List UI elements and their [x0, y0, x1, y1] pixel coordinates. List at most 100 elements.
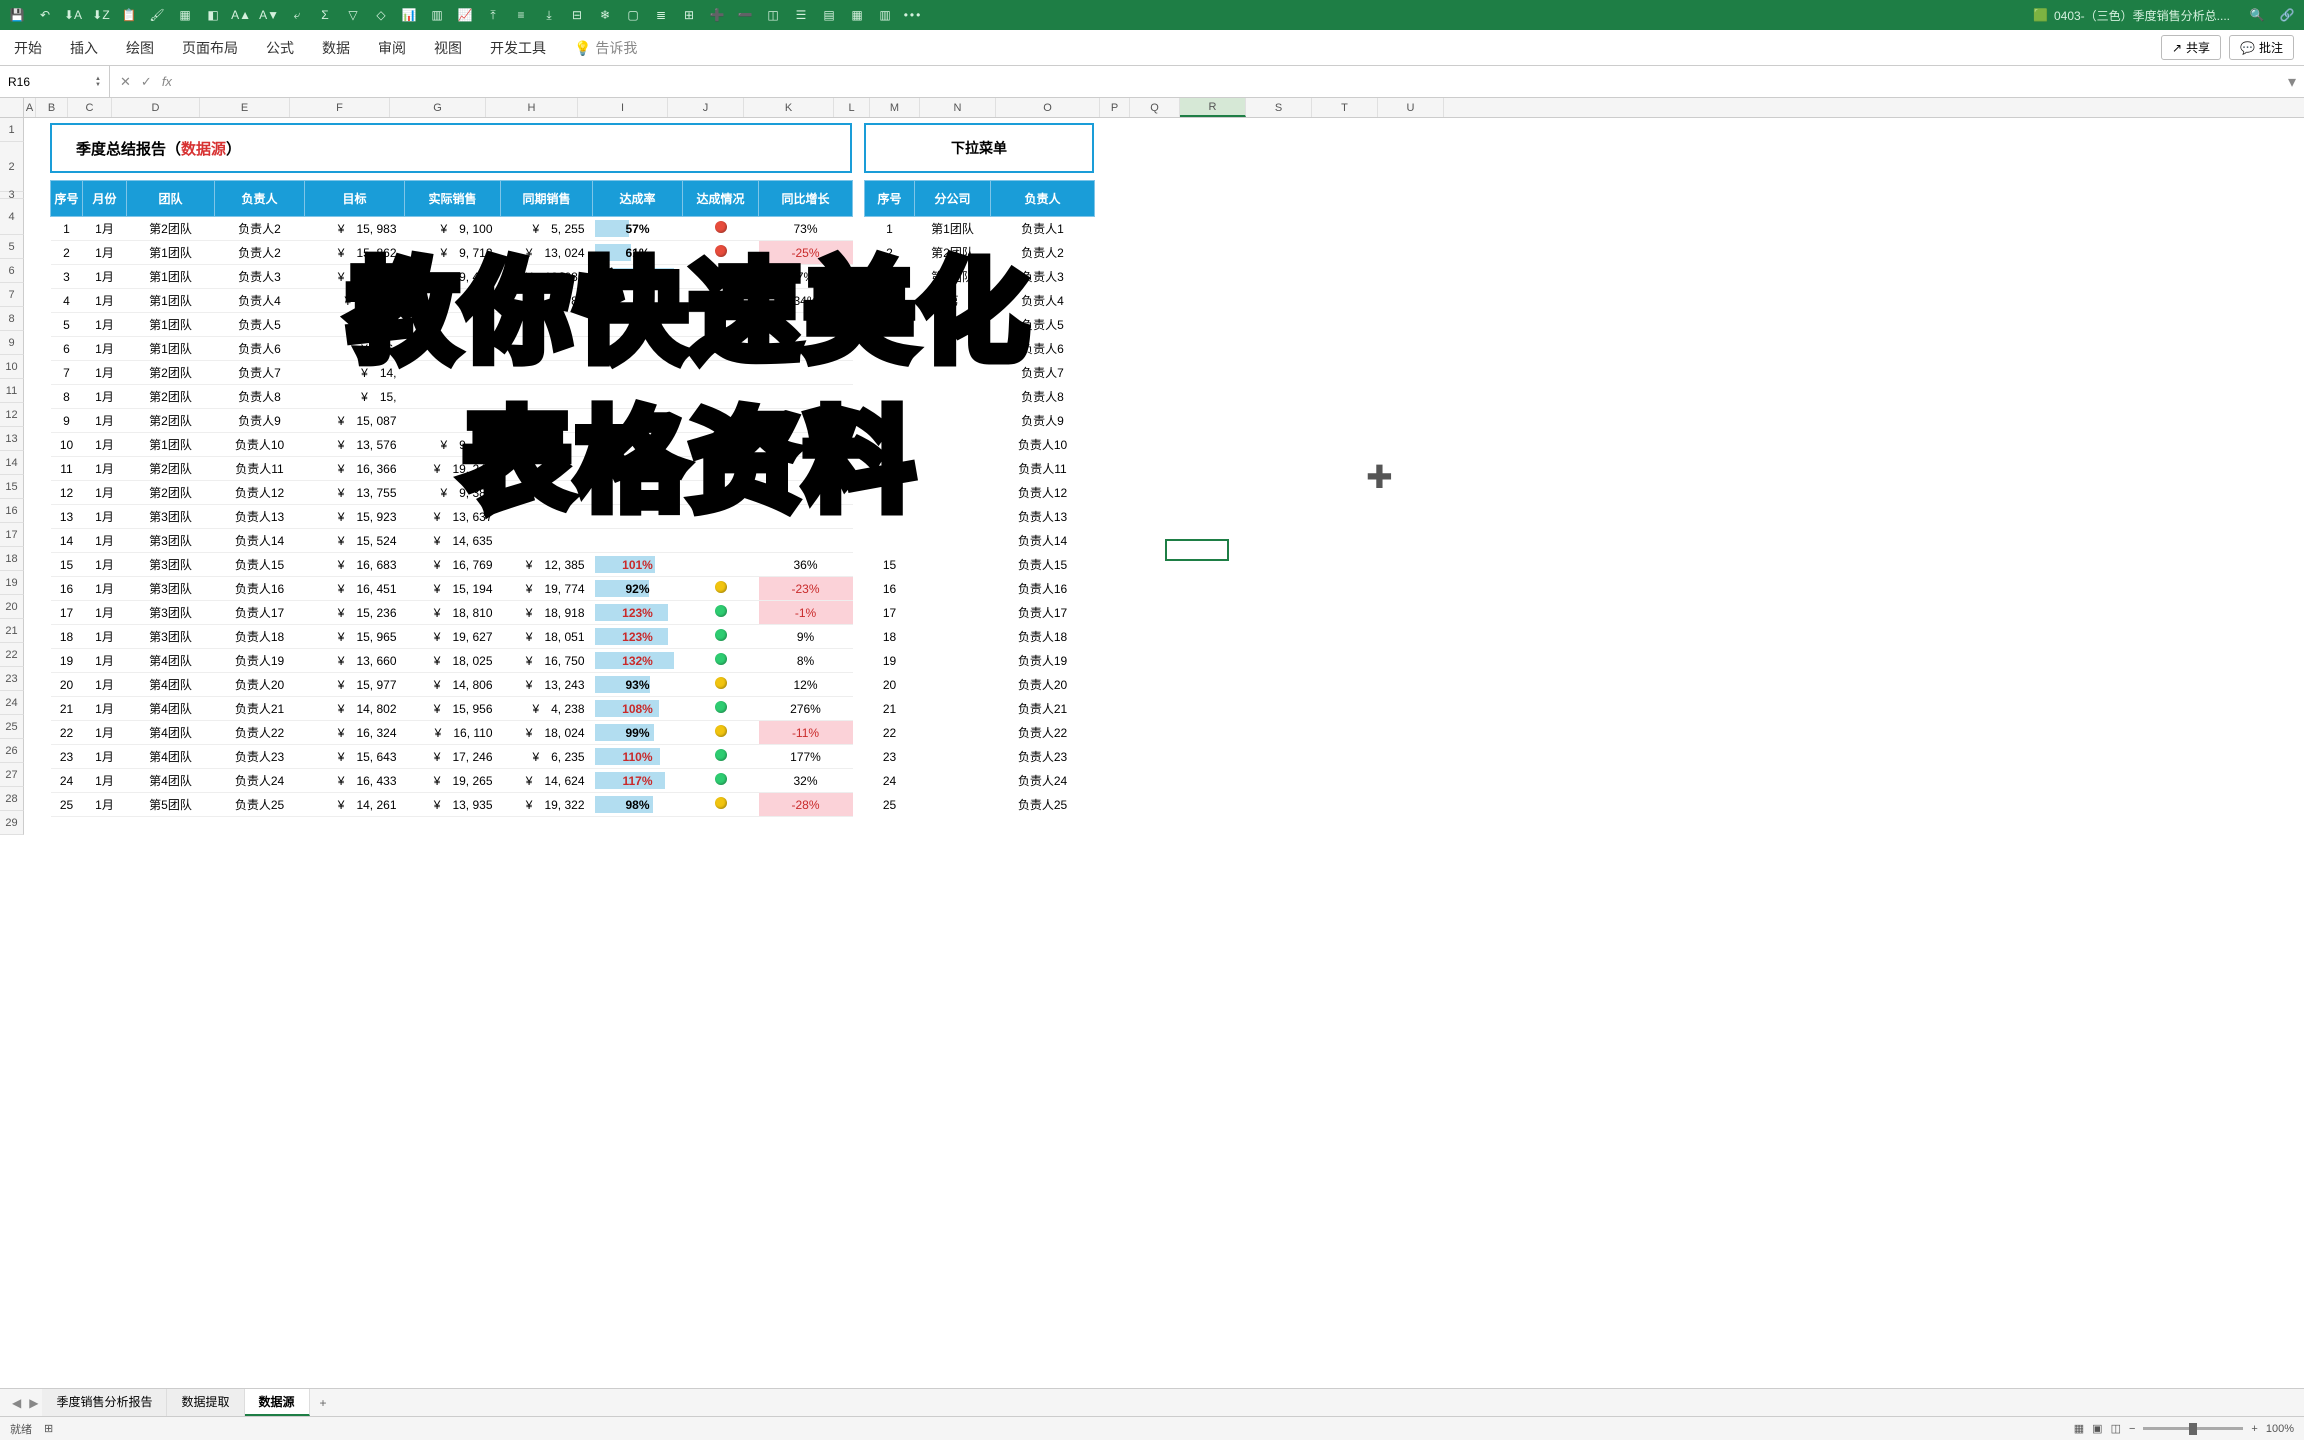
table-row[interactable]: 211月第4团队负责人21 ¥ 14, 802 ¥ 15, 956 ¥ 4, 2… [51, 697, 853, 721]
column-header[interactable]: Q [1130, 98, 1180, 117]
column-header[interactable]: T [1312, 98, 1378, 117]
table-row[interactable]: 201月第4团队负责人20 ¥ 15, 977 ¥ 14, 806 ¥ 13, … [51, 673, 853, 697]
row-header[interactable]: 10 [0, 355, 24, 379]
table-row[interactable]: 231月第4团队负责人23 ¥ 15, 643 ¥ 17, 246 ¥ 6, 2… [51, 745, 853, 769]
row-header[interactable]: 29 [0, 811, 24, 835]
name-box[interactable]: R16 ▲▼ [0, 66, 110, 97]
menu-tab[interactable]: 视图 [430, 30, 466, 66]
table-row[interactable]: 20负责人20 [865, 673, 1095, 697]
table-row[interactable]: 第负责人4 [865, 289, 1095, 313]
table-style-icon[interactable]: ▤ [820, 6, 838, 24]
comments-button[interactable]: 💬 批注 [2229, 35, 2294, 60]
sheet-tab[interactable]: 数据提取 [167, 1389, 244, 1416]
table-row[interactable]: 16负责人16 [865, 577, 1095, 601]
align-bottom-icon[interactable]: ⤓ [540, 6, 558, 24]
zoom-level[interactable]: 100% [2266, 1423, 2294, 1435]
table-row[interactable]: 17负责人17 [865, 601, 1095, 625]
chart-line-icon[interactable]: 📈 [456, 6, 474, 24]
menu-tab[interactable]: 开发工具 [486, 30, 550, 66]
column-header[interactable]: U [1378, 98, 1444, 117]
sheet-nav-next[interactable]: ▶ [25, 1396, 42, 1410]
autosum-icon[interactable]: Σ [316, 6, 334, 24]
data-icon[interactable]: ▥ [876, 6, 894, 24]
row-header[interactable]: 17 [0, 523, 24, 547]
column-header[interactable]: B [36, 98, 68, 117]
save-icon[interactable]: 💾 [8, 6, 26, 24]
table-row[interactable]: 9负责人9 [865, 409, 1095, 433]
view-normal-icon[interactable]: ▦ [2074, 1422, 2084, 1435]
table-row[interactable]: 61月第1团队负责人6 ¥ 16, [51, 337, 853, 361]
table-row[interactable]: 1第1团队负责人1 [865, 217, 1095, 241]
table-row[interactable]: 负责人13 [865, 505, 1095, 529]
sheet-nav-prev[interactable]: ◀ [8, 1396, 25, 1410]
borders-icon[interactable]: ▢ [624, 6, 642, 24]
row-header[interactable]: 16 [0, 499, 24, 523]
table-row[interactable]: 24负责人24 [865, 769, 1095, 793]
column-header[interactable]: N [920, 98, 996, 117]
menu-tab[interactable]: 审阅 [374, 30, 410, 66]
table-row[interactable]: 51月第1团队负责人5 [51, 313, 853, 337]
column-header[interactable]: F [290, 98, 390, 117]
column-header[interactable]: S [1246, 98, 1312, 117]
table-row[interactable]: 11月第2团队负责人2 ¥ 15, 983 ¥ 9, 100 ¥ 5, 255 … [51, 217, 853, 241]
align-left-icon[interactable]: ≣ [652, 6, 670, 24]
column-header[interactable]: I [578, 98, 668, 117]
column-header[interactable]: G [390, 98, 486, 117]
column-header[interactable]: C [68, 98, 112, 117]
table-row[interactable]: 171月第3团队负责人17 ¥ 15, 236 ¥ 18, 810 ¥ 18, … [51, 601, 853, 625]
table-row[interactable]: 3第3团队负责人3 [865, 265, 1095, 289]
table-row[interactable]: 15负责人15 [865, 553, 1095, 577]
row-header[interactable]: 15 [0, 475, 24, 499]
align-middle-icon[interactable]: ≡ [512, 6, 530, 24]
row-header[interactable]: 20 [0, 595, 24, 619]
table-row[interactable]: 2第2团队负责人2 [865, 241, 1095, 265]
freeze-icon[interactable]: ❄ [596, 6, 614, 24]
row-header[interactable]: 9 [0, 331, 24, 355]
expand-formula-icon[interactable]: ▾ [2280, 72, 2304, 92]
zoom-slider[interactable] [2143, 1427, 2243, 1430]
add-sheet-button[interactable]: + [310, 1396, 337, 1410]
table-row[interactable]: 221月第4团队负责人22 ¥ 16, 324 ¥ 16, 110 ¥ 18, … [51, 721, 853, 745]
row-header[interactable]: 3 [0, 192, 24, 199]
menu-tab[interactable]: 插入 [66, 30, 102, 66]
column-header[interactable]: K [744, 98, 834, 117]
align-top-icon[interactable]: ⤒ [484, 6, 502, 24]
row-header[interactable]: 1 [0, 118, 24, 142]
font-increase-icon[interactable]: A▲ [232, 6, 250, 24]
table-row[interactable]: 151月第3团队负责人15 ¥ 16, 683 ¥ 16, 769 ¥ 12, … [51, 553, 853, 577]
table-row[interactable]: 21负责人21 [865, 697, 1095, 721]
menu-tab[interactable]: 公式 [262, 30, 298, 66]
table-row[interactable]: 21月第1团队负责人2 ¥ 15, 862 ¥ 9, 712 ¥ 13, 024… [51, 241, 853, 265]
table-row[interactable]: 31月第1团队负责人3 ¥ 14, 676 ¥ 19, 435 ¥ 18, 08… [51, 265, 853, 289]
table-row[interactable]: 22负责人22 [865, 721, 1095, 745]
spreadsheet-grid[interactable]: ABCDEFGHIJKLMNOPQRSTU 123456789101112131… [0, 98, 2304, 118]
row-header[interactable]: 28 [0, 787, 24, 811]
column-header[interactable]: J [668, 98, 744, 117]
fx-icon[interactable]: fx [162, 74, 172, 89]
table-row[interactable]: 25负责人25 [865, 793, 1095, 817]
row-header[interactable]: 11 [0, 379, 24, 403]
table-row[interactable]: 91月第2团队负责人9 ¥ 15, 087 [51, 409, 853, 433]
table-row[interactable]: 161月第3团队负责人16 ¥ 16, 451 ¥ 15, 194 ¥ 19, … [51, 577, 853, 601]
table-row[interactable]: 负责人6 [865, 337, 1095, 361]
column-header[interactable]: R [1180, 98, 1246, 117]
table-row[interactable]: 241月第4团队负责人24 ¥ 16, 433 ¥ 19, 265 ¥ 14, … [51, 769, 853, 793]
row-header[interactable]: 22 [0, 643, 24, 667]
table-row[interactable]: 41月第1团队负责人4 ¥ 14, 87 ¥ 86 34% [51, 289, 853, 313]
clipboard-icon[interactable]: 📋 [120, 6, 138, 24]
tell-me[interactable]: 💡 告诉我 [570, 30, 641, 66]
table-row[interactable]: 负责人10 [865, 433, 1095, 457]
delete-icon[interactable]: ➖ [736, 6, 754, 24]
table-row[interactable]: 23负责人23 [865, 745, 1095, 769]
column-header[interactable]: O [996, 98, 1100, 117]
more-icon[interactable]: ••• [904, 6, 922, 24]
zoom-out-button[interactable]: − [2129, 1423, 2135, 1435]
column-header[interactable]: A [24, 98, 36, 117]
table-row[interactable]: 191月第4团队负责人19 ¥ 13, 660 ¥ 18, 025 ¥ 16, … [51, 649, 853, 673]
accessibility-icon[interactable]: ⊞ [44, 1422, 53, 1435]
cancel-icon[interactable]: ✕ [120, 74, 131, 90]
column-header[interactable]: H [486, 98, 578, 117]
row-header[interactable]: 26 [0, 739, 24, 763]
sort-za-icon[interactable]: ⬇Z [92, 6, 110, 24]
group-icon[interactable]: ⊞ [680, 6, 698, 24]
